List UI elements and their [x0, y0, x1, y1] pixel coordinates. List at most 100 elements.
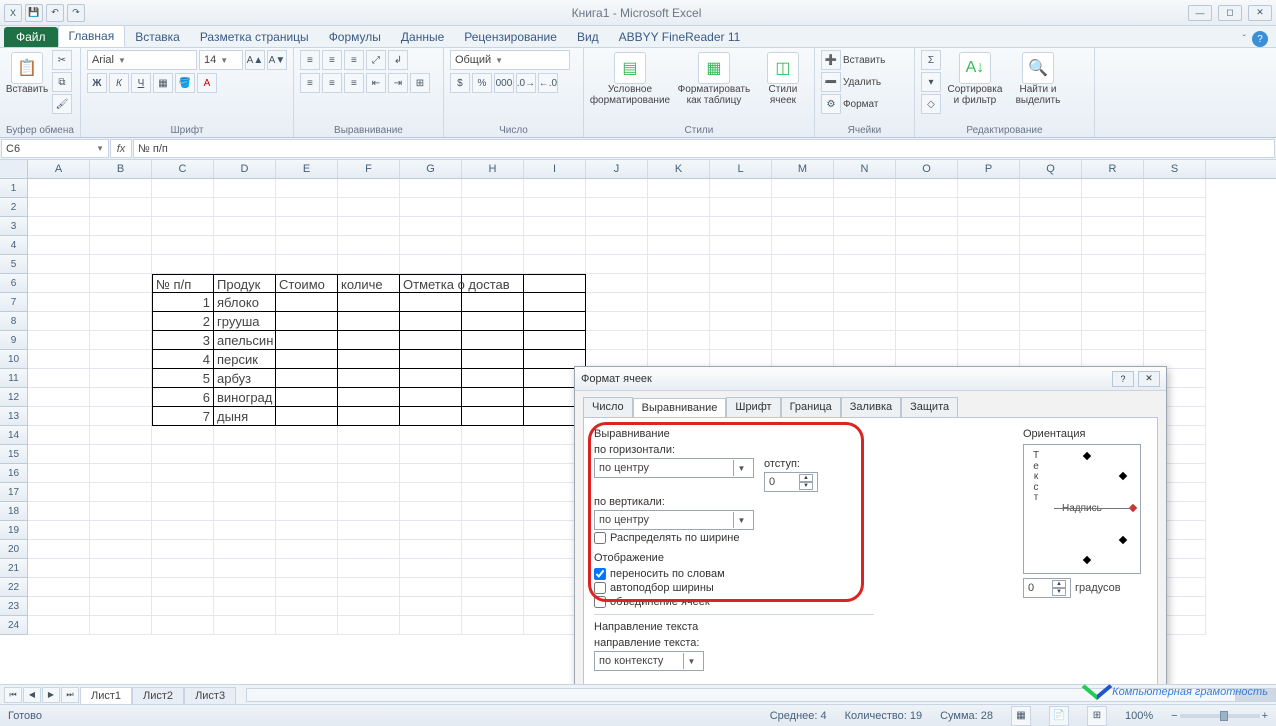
- cell[interactable]: [90, 217, 152, 236]
- cell[interactable]: [28, 502, 90, 521]
- cell[interactable]: [400, 236, 462, 255]
- cell[interactable]: [1082, 331, 1144, 350]
- cell[interactable]: [400, 179, 462, 198]
- dlg-tab-number[interactable]: Число: [583, 397, 633, 417]
- cell[interactable]: [524, 274, 586, 293]
- shrink-font-icon[interactable]: A▼: [267, 50, 287, 70]
- tab-pagelayout[interactable]: Разметка страницы: [190, 27, 319, 47]
- col-header[interactable]: G: [400, 160, 462, 178]
- cell[interactable]: [462, 597, 524, 616]
- cell[interactable]: [462, 217, 524, 236]
- cell[interactable]: яблоко: [214, 293, 276, 312]
- direction-combo[interactable]: по контексту▼: [594, 651, 704, 671]
- dialog-help-icon[interactable]: ?: [1112, 371, 1134, 387]
- cell[interactable]: [28, 369, 90, 388]
- cell[interactable]: [28, 312, 90, 331]
- cut-icon[interactable]: ✂: [52, 50, 72, 70]
- row-header[interactable]: 10: [0, 350, 28, 369]
- cell[interactable]: [28, 274, 90, 293]
- cell[interactable]: [1082, 198, 1144, 217]
- cell[interactable]: [896, 255, 958, 274]
- insert-cells-icon[interactable]: ➕: [821, 50, 841, 70]
- cell[interactable]: [90, 312, 152, 331]
- cell[interactable]: [586, 293, 648, 312]
- cell[interactable]: [90, 597, 152, 616]
- cell[interactable]: [1144, 217, 1206, 236]
- cell[interactable]: [834, 217, 896, 236]
- cell[interactable]: [338, 293, 400, 312]
- col-header[interactable]: E: [276, 160, 338, 178]
- file-tab[interactable]: Файл: [4, 27, 58, 47]
- cell[interactable]: [28, 236, 90, 255]
- tab-home[interactable]: Главная: [58, 25, 126, 47]
- cell[interactable]: [90, 331, 152, 350]
- cell[interactable]: [90, 521, 152, 540]
- cell[interactable]: виноград: [214, 388, 276, 407]
- cell[interactable]: 5: [152, 369, 214, 388]
- cell[interactable]: [276, 331, 338, 350]
- row-header[interactable]: 22: [0, 578, 28, 597]
- cell[interactable]: дыня: [214, 407, 276, 426]
- underline-button[interactable]: Ч: [131, 73, 151, 93]
- cell[interactable]: [214, 502, 276, 521]
- cell[interactable]: [28, 293, 90, 312]
- cell[interactable]: [276, 350, 338, 369]
- cell[interactable]: [958, 217, 1020, 236]
- cell[interactable]: [400, 559, 462, 578]
- cell[interactable]: [90, 388, 152, 407]
- cell[interactable]: [710, 274, 772, 293]
- row-header[interactable]: 12: [0, 388, 28, 407]
- cell[interactable]: [648, 179, 710, 198]
- cell[interactable]: [338, 426, 400, 445]
- cell[interactable]: [28, 217, 90, 236]
- cell[interactable]: 7: [152, 407, 214, 426]
- cell[interactable]: [152, 217, 214, 236]
- col-header[interactable]: D: [214, 160, 276, 178]
- cell[interactable]: [214, 540, 276, 559]
- cell[interactable]: [586, 255, 648, 274]
- cell[interactable]: [462, 483, 524, 502]
- autosum-icon[interactable]: Σ: [921, 50, 941, 70]
- cell[interactable]: [276, 255, 338, 274]
- cell[interactable]: 2: [152, 312, 214, 331]
- cell[interactable]: [400, 578, 462, 597]
- cell[interactable]: [214, 426, 276, 445]
- format-as-table-button[interactable]: ▦Форматировать как таблицу: [674, 50, 754, 106]
- cell[interactable]: [524, 255, 586, 274]
- cell[interactable]: [152, 578, 214, 597]
- cell[interactable]: 3: [152, 331, 214, 350]
- cell[interactable]: [1144, 179, 1206, 198]
- tab-review[interactable]: Рецензирование: [454, 27, 567, 47]
- cell[interactable]: [214, 616, 276, 635]
- indent-spinner[interactable]: 0▲▼: [764, 472, 818, 492]
- cell[interactable]: [648, 293, 710, 312]
- cell[interactable]: [1020, 331, 1082, 350]
- col-header[interactable]: O: [896, 160, 958, 178]
- sheet-nav-next-icon[interactable]: ▶: [42, 687, 60, 703]
- cell[interactable]: [28, 597, 90, 616]
- cell[interactable]: [586, 236, 648, 255]
- cell[interactable]: [1082, 312, 1144, 331]
- col-header[interactable]: M: [772, 160, 834, 178]
- cell[interactable]: [958, 255, 1020, 274]
- cell[interactable]: [90, 559, 152, 578]
- cell[interactable]: [896, 331, 958, 350]
- ribbon-minimize-icon[interactable]: ˇ: [1243, 34, 1246, 45]
- cell[interactable]: [896, 293, 958, 312]
- cell[interactable]: грууша: [214, 312, 276, 331]
- cell[interactable]: [152, 179, 214, 198]
- cell[interactable]: [958, 179, 1020, 198]
- cell[interactable]: № п/п: [152, 274, 214, 293]
- cell[interactable]: [524, 217, 586, 236]
- cell[interactable]: [338, 217, 400, 236]
- cell[interactable]: [276, 312, 338, 331]
- cell[interactable]: [338, 578, 400, 597]
- cell[interactable]: [462, 502, 524, 521]
- cell[interactable]: [338, 331, 400, 350]
- delete-cells-icon[interactable]: ➖: [821, 72, 841, 92]
- cell[interactable]: [152, 483, 214, 502]
- cell[interactable]: [400, 388, 462, 407]
- cell[interactable]: [338, 483, 400, 502]
- font-color-icon[interactable]: A: [197, 73, 217, 93]
- bold-button[interactable]: Ж: [87, 73, 107, 93]
